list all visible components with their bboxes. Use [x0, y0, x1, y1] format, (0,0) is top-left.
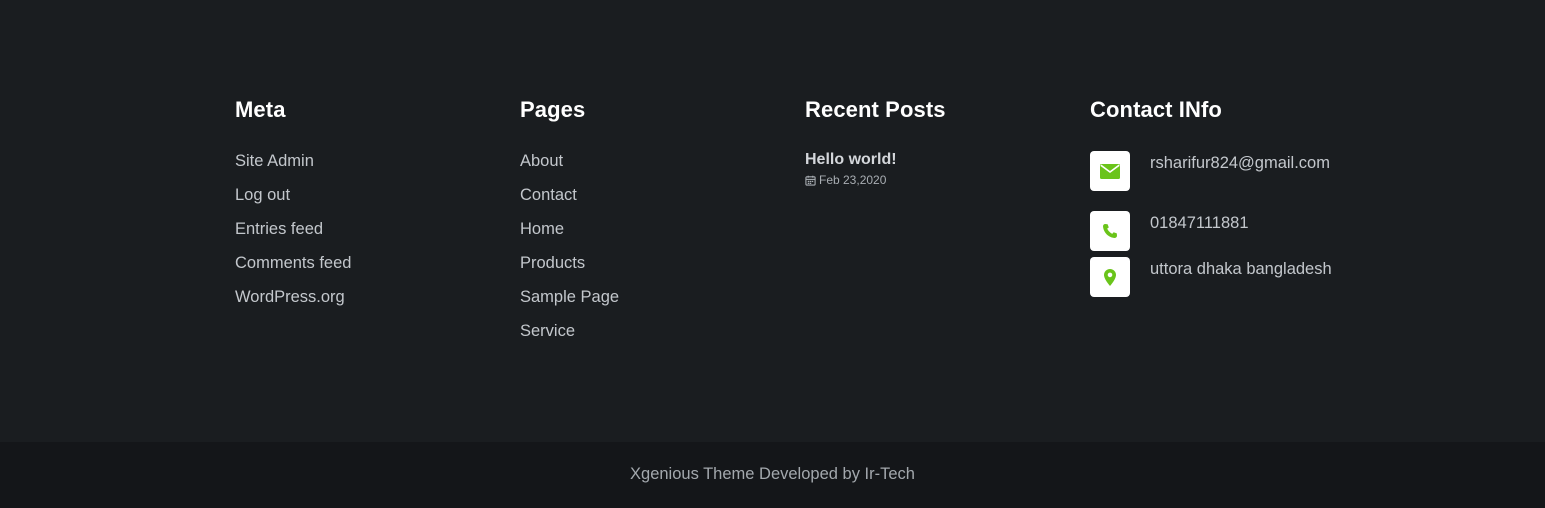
site-admin-link[interactable]: Site Admin [235, 152, 314, 170]
list-item: Entries feed [235, 218, 495, 252]
meta-widget-title: Meta [235, 97, 286, 122]
contact-info-widget-title: Contact INfo [1090, 97, 1222, 122]
contact-email-item: rsharifur824@gmail.com [1090, 151, 1350, 191]
map-marker-icon [1090, 257, 1130, 297]
list-item: Sample Page [520, 286, 780, 320]
contact-list: rsharifur824@gmail.com 01847111881 uttor… [1090, 151, 1350, 297]
contact-address-item: uttora dhaka bangladesh [1090, 257, 1350, 297]
home-link[interactable]: Home [520, 220, 564, 238]
post-title-link[interactable]: Hello world! [805, 150, 1065, 170]
contact-address-text: uttora dhaka bangladesh [1150, 260, 1332, 278]
pages-links: About Contact Home Products Sample Page … [520, 150, 780, 354]
contact-link[interactable]: Contact [520, 186, 577, 204]
meta-links: Site Admin Log out Entries feed Comments… [235, 150, 495, 320]
post-date: Feb 23,2020 [819, 173, 887, 187]
pages-widget-title: Pages [520, 97, 586, 122]
list-item: Log out [235, 184, 495, 218]
sample-page-link[interactable]: Sample Page [520, 288, 619, 306]
list-item: Comments feed [235, 252, 495, 286]
footer-widgets-area: Meta Site Admin Log out Entries feed Com… [0, 0, 1545, 442]
copyright-bar: Xgenious Theme Developed by Ir-Tech [0, 442, 1545, 508]
list-item: Service [520, 320, 780, 354]
contact-phone-item: 01847111881 [1090, 211, 1350, 251]
copyright-text: Xgenious Theme Developed by Ir-Tech [630, 464, 915, 483]
list-item: Products [520, 252, 780, 286]
recent-posts-widget: Recent Posts Hello world! Feb 23,2020 [805, 96, 1065, 187]
list-item: WordPress.org [235, 286, 495, 320]
about-link[interactable]: About [520, 152, 563, 170]
products-link[interactable]: Products [520, 254, 585, 272]
list-item: About [520, 150, 780, 184]
list-item: Home [520, 218, 780, 252]
envelope-icon [1090, 151, 1130, 191]
recent-post-item: Hello world! Feb 23,2020 [805, 150, 1065, 187]
pages-widget: Pages About Contact Home Products Sample… [520, 96, 780, 354]
post-meta: Feb 23,2020 [805, 173, 1065, 187]
recent-posts-widget-title: Recent Posts [805, 97, 946, 122]
calendar-icon [805, 175, 816, 186]
service-link[interactable]: Service [520, 322, 575, 340]
meta-widget: Meta Site Admin Log out Entries feed Com… [235, 96, 495, 320]
list-item: Contact [520, 184, 780, 218]
contact-info-widget: Contact INfo rsharifur824@gmail.com 0184… [1090, 96, 1350, 303]
log-out-link[interactable]: Log out [235, 186, 290, 204]
contact-email-text: rsharifur824@gmail.com [1150, 154, 1330, 172]
contact-phone-text: 01847111881 [1150, 214, 1249, 232]
comments-feed-link[interactable]: Comments feed [235, 254, 351, 272]
list-item: Site Admin [235, 150, 495, 184]
entries-feed-link[interactable]: Entries feed [235, 220, 323, 238]
phone-icon [1090, 211, 1130, 251]
wordpress-org-link[interactable]: WordPress.org [235, 288, 345, 306]
